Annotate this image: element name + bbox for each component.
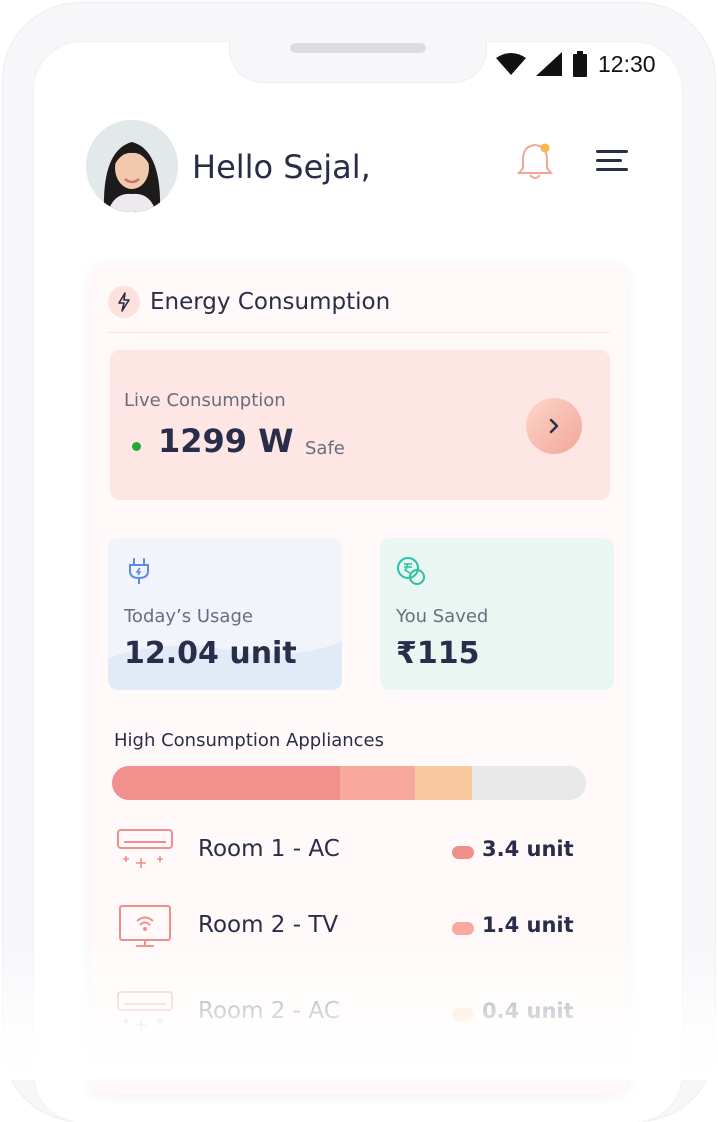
saved-value: ₹115 xyxy=(396,636,480,671)
avatar[interactable] xyxy=(86,120,178,212)
appliance-name: Room 1 - AC xyxy=(198,836,340,862)
air-conditioner-icon xyxy=(117,829,173,868)
status-time: 12:30 xyxy=(598,50,656,77)
phone-notch xyxy=(229,41,487,83)
appliance-color-pill xyxy=(452,846,474,859)
signal-icon xyxy=(536,52,562,76)
consumption-share-bar xyxy=(112,766,586,800)
todays-usage-tile[interactable]: Today’s Usage 12.04 unit xyxy=(108,538,342,690)
appliance-row[interactable]: Room 2 - TV 1.4 unit xyxy=(116,904,576,952)
consumption-share-segment xyxy=(415,766,473,800)
appliance-value: 0.4 unit xyxy=(482,999,574,1023)
usage-label: Today’s Usage xyxy=(124,606,253,627)
appliance-name: Room 2 - TV xyxy=(198,912,339,938)
card-title: Energy Consumption xyxy=(150,289,391,315)
consumption-share-segment xyxy=(339,766,416,800)
bolt-icon xyxy=(108,286,140,318)
live-status-text: Safe xyxy=(305,438,345,459)
consumption-share-segment xyxy=(112,766,340,800)
wifi-icon xyxy=(496,53,526,75)
consumption-share-segment xyxy=(472,766,586,800)
rupee-coin-icon xyxy=(397,557,425,585)
live-consumption-value: 1299 W xyxy=(158,422,294,460)
live-details-button[interactable] xyxy=(526,398,582,454)
card-divider xyxy=(108,332,610,333)
high-consumption-title: High Consumption Appliances xyxy=(114,730,384,751)
appliance-value: 3.4 unit xyxy=(482,837,574,861)
phone-speaker xyxy=(290,43,426,53)
saved-label: You Saved xyxy=(396,606,489,627)
appliance-name: Room 2 - AC xyxy=(198,998,340,1024)
bell-icon[interactable] xyxy=(515,140,555,182)
air-conditioner-icon xyxy=(117,991,173,1030)
tv-icon xyxy=(119,905,171,947)
appliance-value: 1.4 unit xyxy=(482,913,574,937)
chevron-right-icon xyxy=(549,418,559,434)
appliance-row[interactable]: Room 1 - AC 3.4 unit xyxy=(116,828,576,876)
appliance-color-pill xyxy=(452,922,474,935)
live-consumption-panel[interactable]: Live Consumption 1299 W Safe xyxy=(110,350,610,500)
appliance-color-pill xyxy=(452,1008,474,1021)
user-avatar-icon xyxy=(86,120,178,212)
you-saved-tile[interactable]: You Saved ₹115 xyxy=(380,538,614,690)
plug-icon xyxy=(129,558,149,584)
live-status-dot xyxy=(132,442,141,451)
card-header: Energy Consumption xyxy=(108,286,390,318)
status-bar: 12:30 xyxy=(496,48,656,80)
battery-icon xyxy=(573,51,587,77)
menu-icon[interactable] xyxy=(592,148,632,176)
energy-consumption-card: Energy Consumption Live Consumption 1299… xyxy=(90,264,628,1094)
appliance-row[interactable]: Room 2 - AC 0.4 unit xyxy=(116,990,576,1038)
greeting: Hello Sejal, xyxy=(192,148,371,186)
live-consumption-label: Live Consumption xyxy=(124,390,286,411)
usage-value: 12.04 unit xyxy=(124,636,297,671)
